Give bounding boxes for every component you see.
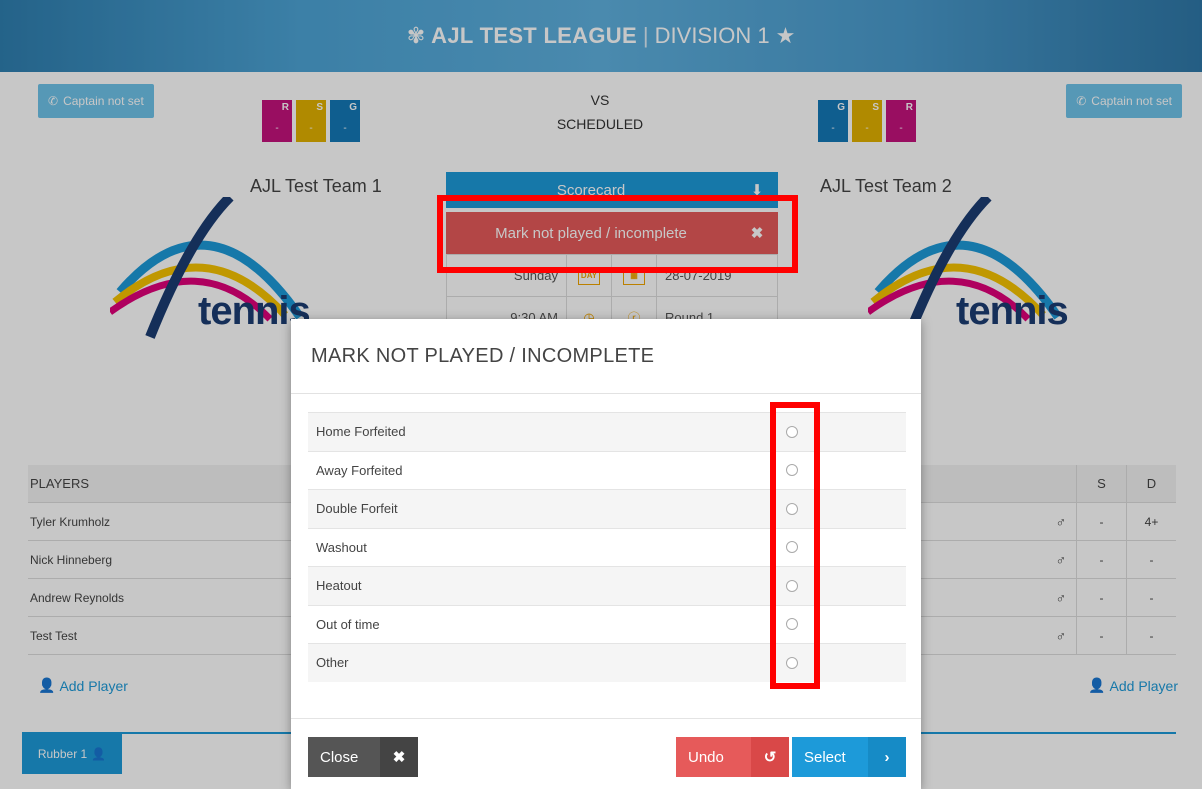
undo-button[interactable]: Undo ↺	[676, 737, 789, 777]
radio-button[interactable]	[786, 541, 798, 554]
option-double-forfeit[interactable]: Double Forfeit	[308, 489, 906, 528]
undo-label: Undo	[688, 748, 724, 766]
radio-button[interactable]	[786, 464, 798, 477]
mark-not-played-modal: MARK NOT PLAYED / INCOMPLETE Home Forfei…	[291, 319, 921, 789]
radio-button[interactable]	[786, 502, 798, 515]
undo-icon: ↺	[751, 737, 789, 777]
options-list: Home Forfeited Away Forfeited Double For…	[308, 412, 906, 682]
option-home-forfeited[interactable]: Home Forfeited	[308, 412, 906, 451]
option-heatout[interactable]: Heatout	[308, 566, 906, 605]
modal-footer: Close ✖ Undo ↺ Select ›	[291, 718, 921, 789]
option-label: Double Forfeit	[316, 501, 398, 517]
modal-title: MARK NOT PLAYED / INCOMPLETE	[291, 319, 921, 394]
radio-button[interactable]	[786, 618, 798, 631]
option-label: Home Forfeited	[316, 424, 406, 440]
radio-button[interactable]	[786, 425, 798, 438]
close-label: Close	[320, 748, 359, 766]
option-label: Away Forfeited	[316, 462, 403, 478]
radio-button[interactable]	[786, 579, 798, 592]
option-out-of-time[interactable]: Out of time	[308, 604, 906, 644]
option-washout[interactable]: Washout	[308, 527, 906, 567]
close-icon: ✖	[380, 737, 418, 777]
chevron-right-icon: ›	[868, 737, 906, 777]
radio-button[interactable]	[786, 656, 798, 669]
close-button[interactable]: Close ✖	[308, 737, 418, 777]
select-label: Select	[804, 748, 846, 766]
option-other[interactable]: Other	[308, 643, 906, 682]
option-label: Other	[316, 655, 349, 671]
option-away-forfeited[interactable]: Away Forfeited	[308, 450, 906, 490]
option-label: Out of time	[316, 616, 380, 632]
select-button[interactable]: Select ›	[792, 737, 906, 777]
option-label: Washout	[316, 539, 367, 555]
option-label: Heatout	[316, 578, 362, 594]
